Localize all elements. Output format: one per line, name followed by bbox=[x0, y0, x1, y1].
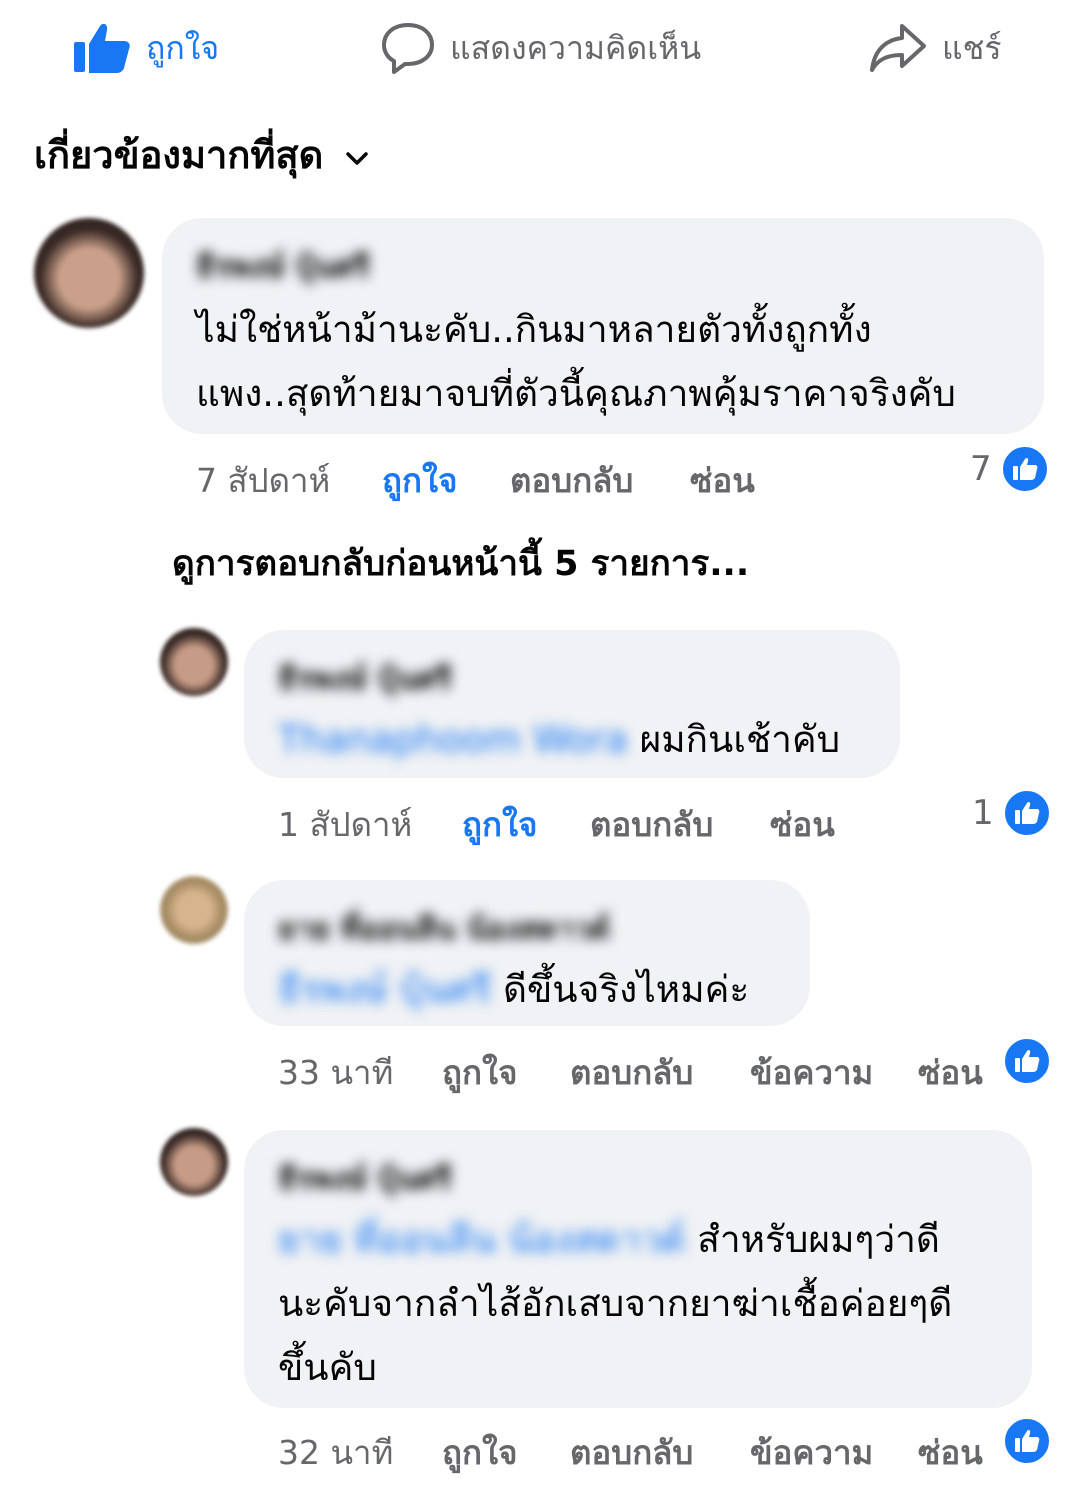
comment-reply-button[interactable]: ตอบกลับ bbox=[510, 454, 633, 507]
reply-text-content: สำหรับผมๆว่าดี bbox=[697, 1218, 940, 1261]
reply-message-button[interactable]: ข้อความ bbox=[750, 1046, 873, 1099]
reply-author[interactable]: ธีรพงษ์ บุ้นศรี bbox=[278, 1156, 452, 1203]
like-count: 1 bbox=[972, 793, 994, 833]
reply-text-content: ดีขึ้นจริงไหมค่ะ bbox=[502, 968, 750, 1011]
comment-text-line: แพง..สุดท้ายมาจบที่ตัวนี้คุณภาพคุ้มราคาจ… bbox=[196, 372, 956, 415]
reply-hide-button[interactable]: ซ่อน bbox=[770, 798, 835, 851]
like-reaction-icon bbox=[1001, 788, 1052, 838]
reply-text-line: นะคับจากลำไส้อักเสบจากยาฆ่าเชื้อค่อยๆดี bbox=[278, 1282, 953, 1325]
comment-meta-bar: 7 สัปดาห์ ถูกใจ ตอบกลับ ซ่อน bbox=[196, 448, 796, 500]
avatar[interactable] bbox=[160, 628, 228, 696]
sort-label: เกี่ยวข้องมากที่สุด bbox=[34, 132, 324, 177]
reply-text-content: ผมกินเช้าคับ bbox=[639, 718, 841, 761]
reply-meta-bar: 32 นาที ถูกใจ ตอบกลับ ข้อความ ซ่อน bbox=[278, 1420, 998, 1472]
speech-bubble-icon bbox=[380, 20, 436, 76]
reply-like-button[interactable]: ถูกใจ bbox=[442, 1046, 517, 1099]
reply-author[interactable]: ธีรพงษ์ บุ้นศรี bbox=[278, 656, 452, 703]
reply-text: Thanaphoom Wora ผมกินเช้าคับ bbox=[278, 708, 840, 772]
reply-meta-bar: 33 นาที ถูกใจ ตอบกลับ ข้อความ ซ่อน bbox=[278, 1040, 998, 1092]
reply-text-line: ขึ้นคับ bbox=[278, 1346, 377, 1389]
comment-text-line: ไม่ใช่หน้าม้านะคับ..กินมาหลายตัวทั้งถูกท… bbox=[196, 308, 872, 351]
mention-link[interactable]: Thanaphoom Wora bbox=[278, 718, 628, 761]
like-reaction-icon bbox=[999, 444, 1050, 494]
reply-like-button[interactable]: ถูกใจ bbox=[462, 798, 537, 851]
reaction-count[interactable]: 7 bbox=[970, 444, 1050, 494]
reply-like-button[interactable]: ถูกใจ bbox=[442, 1426, 517, 1479]
comment-sort-dropdown[interactable]: เกี่ยวข้องมากที่สุด bbox=[34, 124, 369, 184]
mention-link[interactable]: ยาย ที่ออนลีน น้องสดาวด์ bbox=[278, 1218, 686, 1261]
comment-timestamp[interactable]: 7 สัปดาห์ bbox=[196, 454, 330, 507]
reply-hide-button[interactable]: ซ่อน bbox=[918, 1426, 983, 1479]
comment-action-label: แสดงความคิดเห็น bbox=[450, 28, 702, 67]
reply-reply-button[interactable]: ตอบกลับ bbox=[570, 1426, 693, 1479]
avatar[interactable] bbox=[34, 218, 144, 328]
share-action-button[interactable]: แชร์ bbox=[868, 18, 1002, 78]
comment-author[interactable]: ธีรพงษ์ บุ้นศรี bbox=[196, 244, 370, 291]
like-action-button[interactable]: ถูกใจ bbox=[72, 18, 219, 78]
reaction-count[interactable]: 1 bbox=[972, 788, 1052, 838]
reply-hide-button[interactable]: ซ่อน bbox=[918, 1046, 983, 1099]
reply-author[interactable]: ยาย ที่ออนลีน น้องสดาวด์ bbox=[278, 906, 610, 953]
like-reaction-icon bbox=[1002, 1036, 1052, 1086]
reply-reply-button[interactable]: ตอบกลับ bbox=[570, 1046, 693, 1099]
like-action-label: ถูกใจ bbox=[146, 28, 220, 67]
like-count: 7 bbox=[970, 449, 992, 489]
like-reaction-icon bbox=[1002, 1416, 1052, 1466]
reply-timestamp[interactable]: 33 นาที bbox=[278, 1046, 393, 1099]
comment-like-button[interactable]: ถูกใจ bbox=[382, 454, 457, 507]
reply-reply-button[interactable]: ตอบกลับ bbox=[590, 798, 713, 851]
reply-timestamp[interactable]: 1 สัปดาห์ bbox=[278, 798, 412, 851]
reply-timestamp[interactable]: 32 นาที bbox=[278, 1426, 393, 1479]
share-arrow-icon bbox=[868, 22, 928, 74]
reply-text-line: ยาย ที่ออนลีน น้องสดาวด์ สำหรับผมๆว่าดี bbox=[278, 1208, 940, 1272]
thumbs-up-icon bbox=[72, 22, 132, 74]
view-previous-replies-link[interactable]: ดูการตอบกลับก่อนหน้านี้ 5 รายการ... bbox=[172, 536, 749, 591]
reply-meta-bar: 1 สัปดาห์ ถูกใจ ตอบกลับ ซ่อน bbox=[278, 792, 878, 844]
mention-link[interactable]: ธีรพงษ์ บุ้นศรี bbox=[278, 968, 491, 1011]
avatar[interactable] bbox=[160, 876, 228, 944]
reaction-count[interactable] bbox=[1002, 1036, 1052, 1086]
comment-hide-button[interactable]: ซ่อน bbox=[690, 454, 755, 507]
reaction-count[interactable] bbox=[1002, 1416, 1052, 1466]
share-action-label: แชร์ bbox=[942, 28, 1002, 67]
chevron-down-icon bbox=[345, 132, 369, 176]
comment-action-button[interactable]: แสดงความคิดเห็น bbox=[380, 18, 701, 78]
avatar[interactable] bbox=[160, 1128, 228, 1196]
reply-message-button[interactable]: ข้อความ bbox=[750, 1426, 873, 1479]
reply-text: ธีรพงษ์ บุ้นศรี ดีขึ้นจริงไหมค่ะ bbox=[278, 958, 749, 1022]
